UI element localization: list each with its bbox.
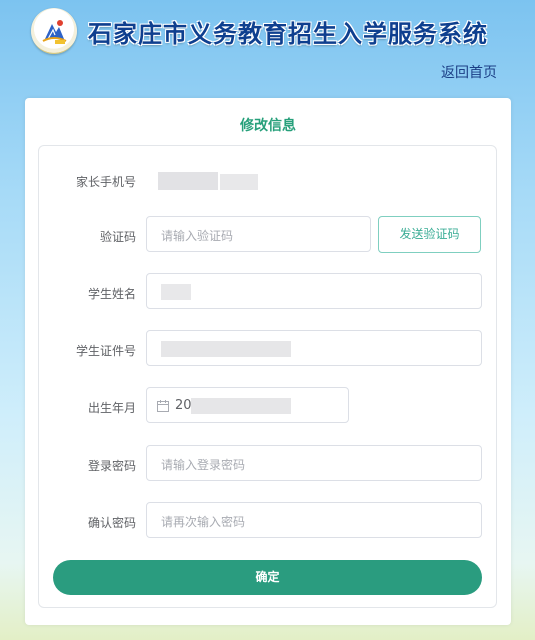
verification-code-label: 验证码 xyxy=(99,230,136,244)
student-name-input[interactable] xyxy=(146,273,482,309)
home-link[interactable]: 返回首页 xyxy=(441,62,497,82)
confirm-password-input[interactable]: 请再次输入密码 xyxy=(146,502,482,538)
confirm-password-placeholder: 请再次输入密码 xyxy=(161,515,246,529)
form-title: 修改信息 xyxy=(240,118,296,134)
student-name-value-mask xyxy=(161,284,191,300)
confirm-password-label: 确认密码 xyxy=(87,516,136,530)
form-container xyxy=(38,145,497,608)
page-header: 石家庄市义务教育招生入学服务系统 返回首页 xyxy=(0,0,535,90)
birth-date-value-mask xyxy=(191,398,291,414)
login-password-placeholder: 请输入登录密码 xyxy=(161,458,246,472)
verification-code-placeholder: 请输入验证码 xyxy=(161,229,234,243)
login-password-input[interactable]: 请输入登录密码 xyxy=(146,445,482,481)
student-id-value-mask xyxy=(161,341,291,357)
calendar-icon xyxy=(157,400,169,412)
school-emblem-icon xyxy=(31,8,77,54)
verification-code-input[interactable]: 请输入验证码 xyxy=(146,216,371,252)
login-password-label: 登录密码 xyxy=(87,459,136,473)
student-id-label: 学生证件号 xyxy=(75,344,136,358)
birth-date-value: 20 xyxy=(175,398,192,413)
birth-date-picker[interactable]: 20 xyxy=(146,387,349,423)
send-code-button[interactable]: 发送验证码 xyxy=(378,216,481,253)
parent-phone-value xyxy=(158,172,258,190)
submit-button[interactable]: 确定 xyxy=(53,560,482,595)
parent-phone-label: 家长手机号 xyxy=(75,175,136,189)
birth-date-label: 出生年月 xyxy=(87,401,136,415)
site-title: 石家庄市义务教育招生入学服务系统 xyxy=(88,20,488,48)
student-name-label: 学生姓名 xyxy=(87,287,136,301)
student-id-input[interactable] xyxy=(146,330,482,366)
